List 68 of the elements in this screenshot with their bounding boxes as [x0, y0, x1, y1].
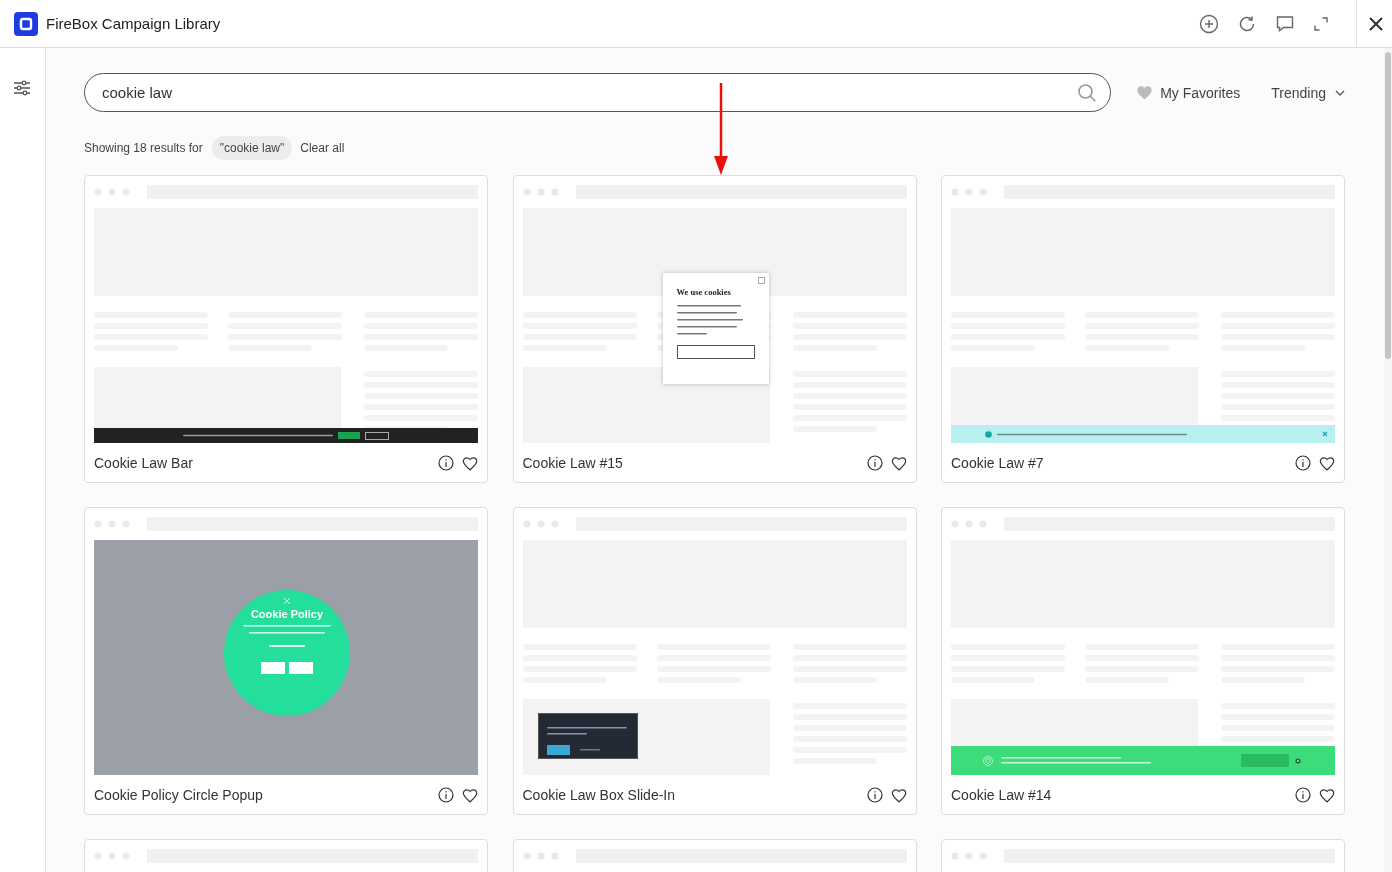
cookie-icon — [985, 430, 992, 438]
favorite-button[interactable] — [462, 455, 478, 471]
info-button[interactable] — [438, 787, 454, 803]
yes-button — [261, 662, 285, 674]
favorite-button[interactable] — [890, 787, 907, 803]
filter-button[interactable] — [13, 80, 31, 96]
search-field[interactable]: cookie law — [84, 73, 1112, 112]
card-title: Cookie Law #14 — [951, 787, 1053, 803]
info-icon — [866, 787, 883, 803]
info-button[interactable] — [866, 787, 883, 803]
add-icon — [1199, 13, 1219, 34]
favorite-button[interactable] — [1319, 787, 1335, 803]
close-icon — [1295, 757, 1301, 764]
template-card[interactable]: We use cookies Cookie Law #15 — [512, 175, 917, 483]
accept-button — [1241, 754, 1289, 767]
search-icon — [1077, 83, 1098, 103]
template-card[interactable]: Cookie Law #14 — [941, 507, 1345, 815]
template-card[interactable]: Cookie Law Bar — [84, 175, 488, 483]
close-button[interactable] — [1368, 15, 1384, 32]
info-button[interactable] — [1295, 455, 1311, 471]
template-card[interactable]: Cookie Policy Cookie Policy Circle Popup — [84, 507, 488, 815]
close-icon — [1368, 15, 1384, 32]
shield-icon — [983, 755, 993, 766]
no-button — [289, 662, 313, 674]
info-button[interactable] — [866, 455, 883, 471]
info-icon — [438, 787, 454, 803]
info-button[interactable] — [438, 455, 454, 471]
favorite-button[interactable] — [890, 455, 907, 471]
info-button[interactable] — [1295, 787, 1311, 803]
agree-button — [338, 432, 360, 439]
favorite-button[interactable] — [462, 787, 478, 803]
favorite-button[interactable] — [1319, 455, 1335, 471]
disagree-button — [365, 431, 389, 440]
ok-button — [546, 745, 570, 755]
card-title: Cookie Policy Circle Popup — [94, 787, 264, 803]
sort-dropdown[interactable]: Trending — [1271, 84, 1345, 101]
search-term-chip: "cookie law" — [211, 136, 293, 160]
chevron-down-icon — [1335, 89, 1345, 96]
info-icon — [1295, 455, 1311, 471]
expand-icon — [1313, 15, 1329, 32]
info-icon — [866, 455, 883, 471]
results-summary: Showing 18 results for — [84, 141, 203, 155]
app-logo-icon — [14, 11, 38, 36]
close-icon — [283, 597, 291, 605]
card-title: Cookie Law Bar — [94, 455, 194, 471]
card-title: Cookie Law Box Slide-In — [522, 787, 677, 803]
heart-icon — [1136, 85, 1154, 100]
card-title: Cookie Law #15 — [522, 455, 624, 471]
info-icon — [438, 455, 454, 471]
card-title: Cookie Law #7 — [951, 455, 1045, 471]
popup-heading: We use cookies — [676, 287, 732, 297]
clear-all-link[interactable]: Clear all — [300, 141, 345, 155]
add-button[interactable] — [1199, 13, 1219, 34]
filter-sliders-icon — [13, 80, 31, 96]
template-card[interactable]: Cookie Law #7 — [941, 175, 1345, 483]
info-icon — [1295, 787, 1311, 803]
close-box-icon — [757, 277, 765, 284]
comment-icon — [1275, 13, 1295, 34]
link-line-drawing — [579, 749, 600, 751]
window-title: FireBox Campaign Library — [46, 15, 221, 32]
popup-heading: Cookie Policy — [249, 608, 325, 620]
expand-button[interactable] — [1313, 15, 1329, 32]
scrollbar-thumb[interactable] — [1385, 52, 1391, 359]
template-card[interactable]: Cookie Law Box Slide-In — [512, 507, 917, 815]
close-icon — [1322, 431, 1328, 437]
comment-button[interactable] — [1275, 13, 1295, 34]
message-lines-drawing — [676, 305, 743, 335]
favorites-button[interactable]: My Favorites — [1136, 84, 1241, 101]
